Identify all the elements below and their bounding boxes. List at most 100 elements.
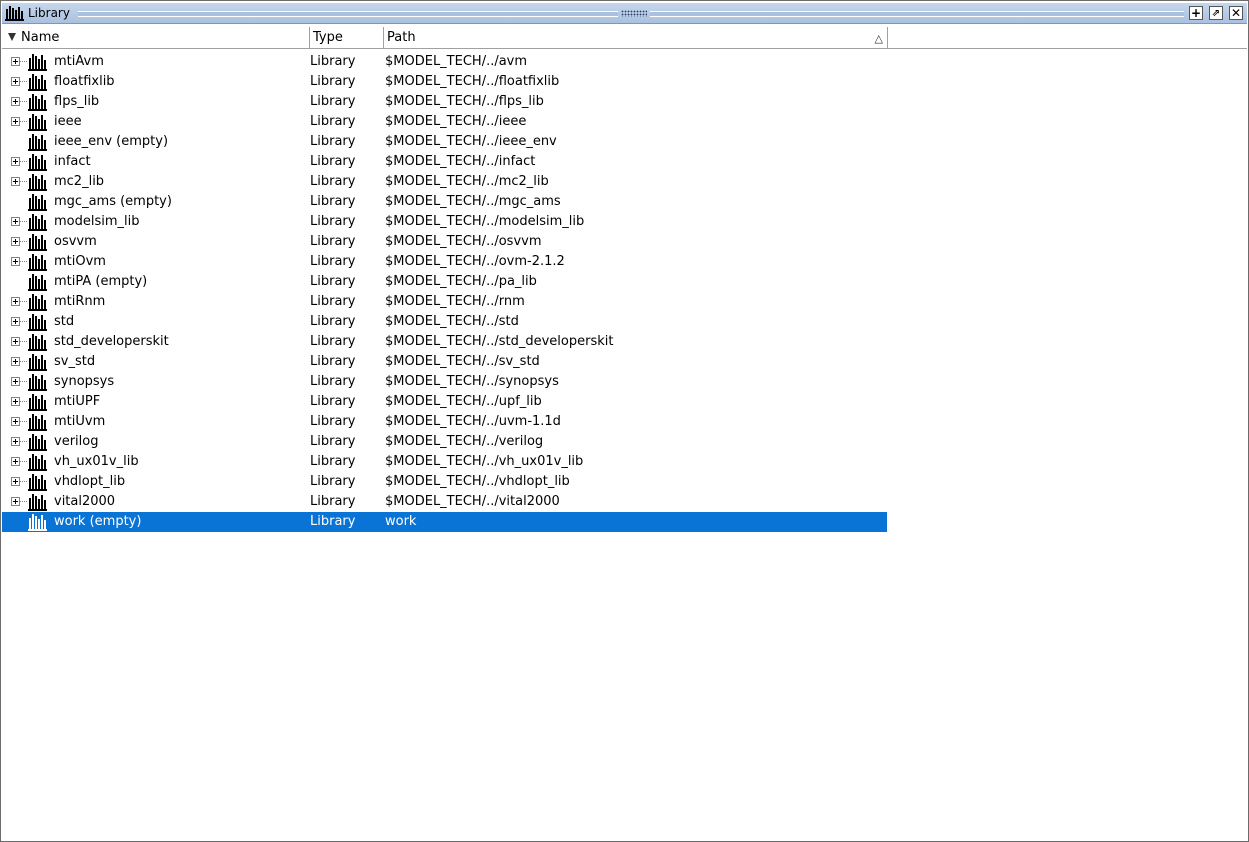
column-menu-icon[interactable] (8, 33, 16, 41)
library-path: $MODEL_TECH/../verilog (385, 434, 544, 449)
library-path: $MODEL_TECH/../flps_lib (385, 94, 544, 109)
expand-icon[interactable] (11, 217, 20, 226)
library-icon (28, 333, 48, 351)
maximize-button[interactable]: + (1189, 6, 1203, 20)
expand-icon[interactable] (11, 497, 20, 506)
library-name: std (54, 314, 75, 329)
undock-button[interactable]: ⇗ (1209, 6, 1223, 20)
library-row[interactable]: vital2000 Library $MODEL_TECH/../vital2000 (2, 492, 887, 512)
expand-icon[interactable] (11, 457, 20, 466)
library-type: Library (310, 494, 356, 509)
library-type: Library (310, 294, 356, 309)
library-path: $MODEL_TECH/../avm (385, 54, 528, 69)
library-icon (28, 413, 48, 431)
library-row[interactable]: ieee_env (empty) Library $MODEL_TECH/../ie… (2, 132, 887, 152)
library-type: Library (310, 414, 356, 429)
library-path: $MODEL_TECH/../mc2_lib (385, 174, 549, 189)
tree-connector (20, 481, 27, 483)
library-path: $MODEL_TECH/../upf_lib (385, 394, 542, 409)
library-row[interactable]: modelsim_lib Library $MODEL_TECH/../models… (2, 212, 887, 232)
library-row[interactable]: infact Library $MODEL_TECH/../infact (2, 152, 887, 172)
library-icon (28, 213, 48, 231)
library-row[interactable]: mtiUPF Library $MODEL_TECH/../upf_lib (2, 392, 887, 412)
library-icon (28, 473, 48, 491)
column-type[interactable]: Type (310, 27, 384, 48)
library-name: vital2000 (54, 494, 116, 509)
tree-connector (20, 341, 27, 343)
title-divider-right (650, 11, 1184, 17)
column-path[interactable]: Path △ (384, 27, 888, 48)
library-row[interactable]: floatfixlib Library $MODEL_TECH/../floatfi… (2, 72, 887, 92)
library-row[interactable]: mc2_lib Library $MODEL_TECH/../mc2_lib (2, 172, 887, 192)
expand-icon[interactable] (11, 177, 20, 186)
library-icon (28, 373, 48, 391)
library-row[interactable]: mtiOvm Library $MODEL_TECH/../ovm-2.1.2 (2, 252, 887, 272)
library-row[interactable]: vhdlopt_lib Library $MODEL_TECH/../vhdlopt… (2, 472, 887, 492)
library-row[interactable]: mtiPA (empty) Library $MODEL_TECH/../pa_li… (2, 272, 887, 292)
library-row[interactable]: verilog Library $MODEL_TECH/../verilog (2, 432, 887, 452)
library-type: Library (310, 274, 356, 289)
expand-icon[interactable] (11, 437, 20, 446)
library-row[interactable]: sv_std Library $MODEL_TECH/../sv_std (2, 352, 887, 372)
library-row[interactable]: mgc_ams (empty) Library $MODEL_TECH/../mgc… (2, 192, 887, 212)
expand-icon[interactable] (11, 397, 20, 406)
library-icon (28, 253, 48, 271)
library-name: std_developerskit (54, 334, 169, 349)
expand-icon[interactable] (11, 257, 20, 266)
library-icon (28, 133, 48, 151)
tree-connector (20, 441, 27, 443)
library-icon (28, 93, 48, 111)
tree-connector (20, 181, 27, 183)
expand-icon[interactable] (11, 477, 20, 486)
library-name: synopsys (54, 374, 115, 389)
tree-connector (20, 241, 27, 243)
expand-icon[interactable] (11, 317, 20, 326)
library-path: $MODEL_TECH/../modelsim_lib (385, 214, 585, 229)
expand-icon[interactable] (11, 337, 20, 346)
library-row[interactable]: work (empty) Library work (2, 512, 887, 532)
library-type: Library (310, 214, 356, 229)
library-type: Library (310, 334, 356, 349)
library-name: mtiAvm (54, 54, 104, 69)
library-path: $MODEL_TECH/../mgc_ams (385, 194, 561, 209)
expand-icon[interactable] (11, 57, 20, 66)
library-icon (28, 393, 48, 411)
library-icon (28, 513, 48, 531)
expand-icon[interactable] (11, 157, 20, 166)
library-row[interactable]: synopsys Library $MODEL_TECH/../synopsys (2, 372, 887, 392)
library-row[interactable]: mtiUvm Library $MODEL_TECH/../uvm-1.1d (2, 412, 887, 432)
column-name[interactable]: Name (2, 27, 310, 48)
tree-connector (20, 261, 27, 263)
library-type: Library (310, 74, 356, 89)
expand-icon[interactable] (11, 77, 20, 86)
title-bar[interactable]: Library + ⇗ ✕ (2, 3, 1247, 24)
library-icon (28, 453, 48, 471)
expand-icon[interactable] (11, 417, 20, 426)
expand-icon[interactable] (11, 117, 20, 126)
expand-icon[interactable] (11, 237, 20, 246)
library-row[interactable]: flps_lib Library $MODEL_TECH/../flps_lib (2, 92, 887, 112)
close-button[interactable]: ✕ (1229, 6, 1243, 20)
library-path: $MODEL_TECH/../rnm (385, 294, 525, 309)
library-name: mtiUvm (54, 414, 106, 429)
library-row[interactable]: mtiAvm Library $MODEL_TECH/../avm (2, 52, 887, 72)
expand-icon[interactable] (11, 97, 20, 106)
library-row[interactable]: vh_ux01v_lib Library $MODEL_TECH/../vh_ux0… (2, 452, 887, 472)
library-row[interactable]: ieee Library $MODEL_TECH/../ieee (2, 112, 887, 132)
library-row[interactable]: std_developerskit Library $MODEL_TECH/../s… (2, 332, 887, 352)
drag-grip[interactable] (621, 10, 647, 17)
library-row[interactable]: mtiRnm Library $MODEL_TECH/../rnm (2, 292, 887, 312)
library-icon (28, 193, 48, 211)
library-path: $MODEL_TECH/../sv_std (385, 354, 540, 369)
library-name: verilog (54, 434, 99, 449)
library-icon (28, 73, 48, 91)
column-header: Name Type Path △ (2, 27, 1247, 49)
tree-connector (20, 161, 27, 163)
expand-icon[interactable] (11, 357, 20, 366)
expand-icon[interactable] (11, 297, 20, 306)
expand-icon[interactable] (11, 377, 20, 386)
library-row[interactable]: osvvm Library $MODEL_TECH/../osvvm (2, 232, 887, 252)
library-name: mgc_ams (empty) (54, 194, 172, 209)
library-icon (28, 153, 48, 171)
library-row[interactable]: std Library $MODEL_TECH/../std (2, 312, 887, 332)
